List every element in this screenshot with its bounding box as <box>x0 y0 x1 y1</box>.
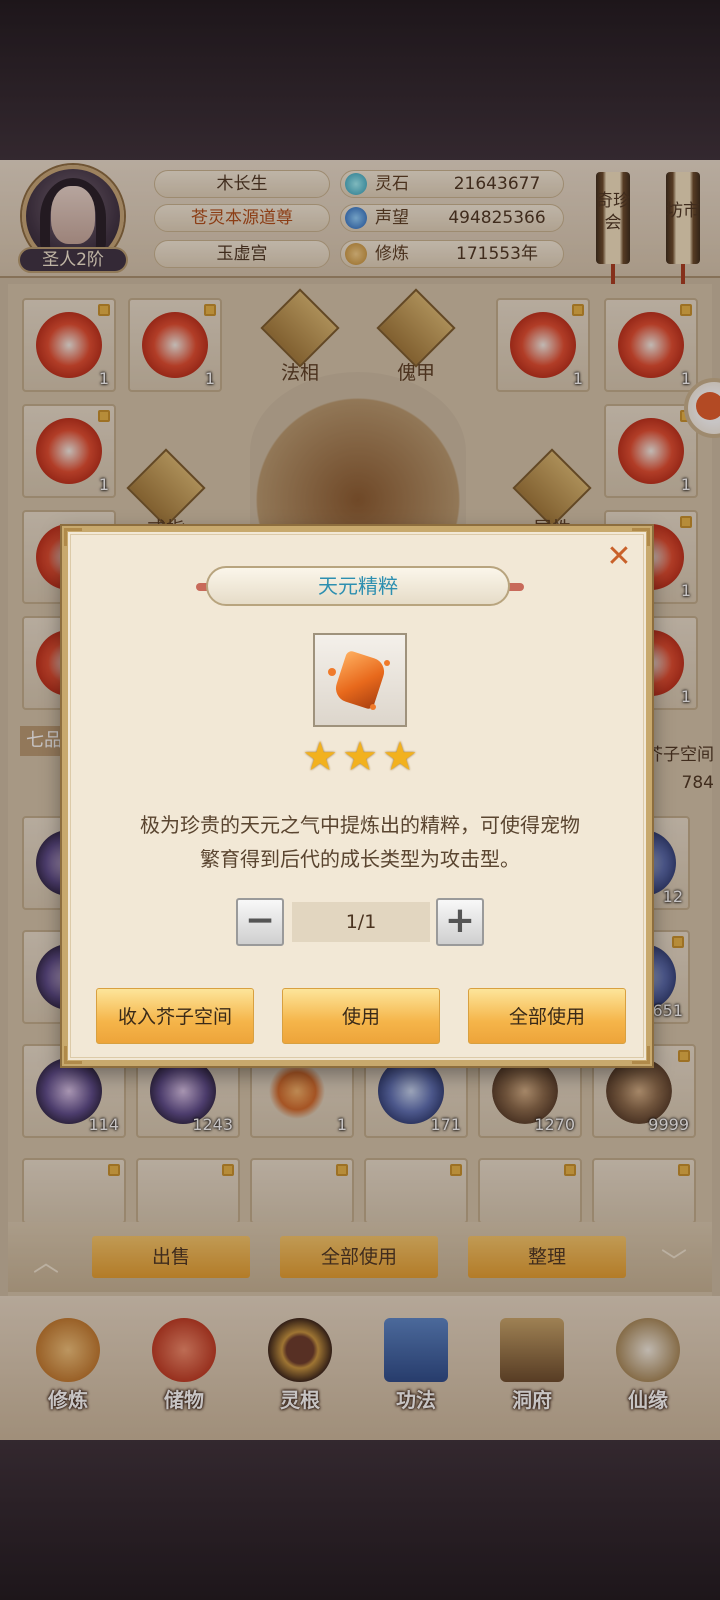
spark-decoration <box>384 660 390 666</box>
store-in-jiezi-button[interactable]: 收入芥子空间 <box>96 988 254 1044</box>
description-line: 繁育得到后代的成长类型为攻击型。 <box>200 847 520 871</box>
rarity-star-icon: ★ <box>342 734 378 780</box>
corner-ornament <box>632 528 650 546</box>
use-button[interactable]: 使用 <box>282 988 440 1044</box>
close-icon[interactable]: ✕ <box>604 542 634 572</box>
spark-decoration <box>328 668 336 676</box>
spark-decoration <box>370 704 376 710</box>
corner-ornament <box>632 1046 650 1064</box>
corner-ornament <box>64 1046 82 1064</box>
use-all-dialog-button[interactable]: 全部使用 <box>468 988 626 1044</box>
description-line: 极为珍贵的天元之气中提炼出的精粹，可使得宠物 <box>140 813 580 837</box>
corner-ornament <box>64 528 82 546</box>
dialog-inner-border <box>70 534 644 1058</box>
decrease-quantity-button[interactable]: − <box>236 898 284 946</box>
rarity-star-icon: ★ <box>382 734 418 780</box>
increase-quantity-button[interactable]: + <box>436 898 484 946</box>
dialog-title: 天元精粹 <box>206 566 510 606</box>
quantity-field[interactable]: 1/1 <box>292 902 430 942</box>
rarity-star-icon: ★ <box>302 734 338 780</box>
item-description: 极为珍贵的天元之气中提炼出的精粹，可使得宠物 繁育得到后代的成长类型为攻击型。 <box>96 808 624 876</box>
